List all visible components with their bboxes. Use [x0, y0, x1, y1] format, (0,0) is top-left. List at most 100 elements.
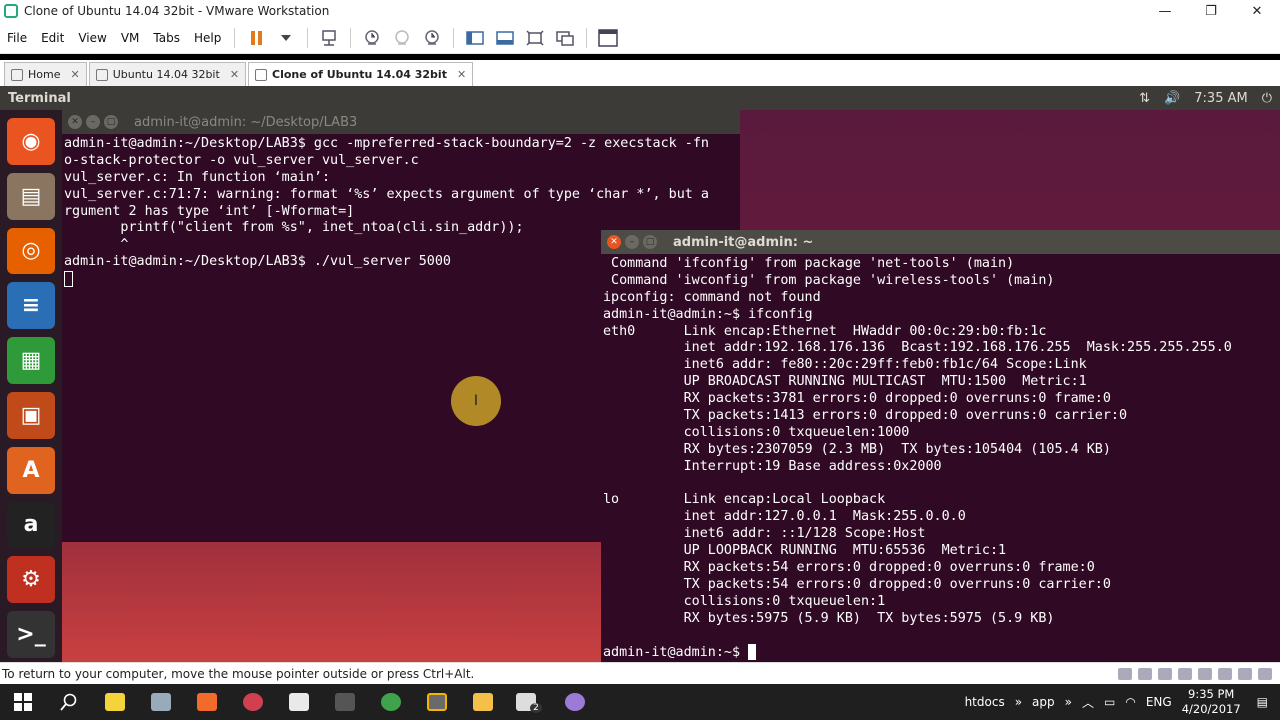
- tab-clone-ubuntu-1404[interactable]: Clone of Ubuntu 14.04 32bit ✕: [248, 62, 474, 86]
- taskbar-mail[interactable]: 2: [506, 684, 552, 720]
- taskbar-sublime-text[interactable]: [322, 684, 368, 720]
- tab-ubuntu-1404[interactable]: Ubuntu 14.04 32bit ✕: [88, 62, 247, 86]
- writer-icon[interactable]: ≡: [7, 282, 55, 330]
- display-icon[interactable]: [1258, 667, 1272, 680]
- revert-snapshot-button[interactable]: [389, 27, 415, 49]
- taskbar-xampp[interactable]: [184, 684, 230, 720]
- printer-icon[interactable]: [1198, 667, 1212, 680]
- menu-file[interactable]: File: [0, 31, 34, 45]
- toolbar-separator: [234, 27, 236, 48]
- full-screen-button[interactable]: [522, 27, 548, 49]
- toolbar-app[interactable]: app: [1032, 695, 1055, 709]
- console-view-button[interactable]: [595, 27, 621, 49]
- terminal-titlebar[interactable]: ✕ – □ admin-it@admin: ~: [601, 230, 1280, 254]
- active-app-title: Terminal: [8, 90, 71, 106]
- amazon-icon[interactable]: a: [7, 501, 55, 549]
- tab-home[interactable]: Home ✕: [4, 62, 87, 86]
- tray-overflow-icon[interactable]: ︿: [1082, 694, 1094, 711]
- calc-icon[interactable]: ▦: [7, 337, 55, 384]
- message-icon[interactable]: [1238, 667, 1252, 680]
- terminal-window-home[interactable]: ✕ – □ admin-it@admin: ~ Command 'ifconfi…: [601, 230, 1280, 662]
- toolbar-expand-icon[interactable]: »: [1065, 695, 1072, 709]
- network-adapter-icon[interactable]: [1158, 667, 1172, 680]
- ubuntu-dash-icon[interactable]: ◉: [7, 118, 55, 165]
- taskbar-snipping-tool[interactable]: [276, 684, 322, 720]
- tab-close-icon[interactable]: ✕: [230, 68, 239, 81]
- sound-card-icon[interactable]: [1218, 667, 1232, 680]
- terminal-title: admin-it@admin: ~: [673, 234, 814, 250]
- taskbar-file-explorer[interactable]: [460, 684, 506, 720]
- language-indicator[interactable]: ENG: [1146, 695, 1172, 709]
- pause-dropdown-button[interactable]: [273, 27, 299, 49]
- impress-icon[interactable]: ▣: [7, 391, 55, 439]
- pause-icon: [250, 30, 262, 45]
- panel-clock[interactable]: 7:35 AM: [1194, 91, 1247, 106]
- tab-close-icon[interactable]: ✕: [457, 68, 466, 81]
- toolbar-htdocs[interactable]: htdocs: [965, 695, 1005, 709]
- show-thumbnail-button[interactable]: [492, 27, 518, 49]
- system-settings-icon[interactable]: ⚙: [7, 556, 55, 604]
- maximize-icon[interactable]: □: [104, 115, 118, 129]
- firefox-icon[interactable]: ◎: [7, 227, 55, 275]
- menu-vm[interactable]: VM: [114, 31, 147, 45]
- show-library-button[interactable]: [462, 27, 488, 49]
- keyboard-network-icon: [322, 29, 337, 46]
- send-ctrl-alt-del-button[interactable]: [316, 27, 342, 49]
- terminal-line: admin-it@admin:~$ ifconfig: [603, 306, 813, 322]
- pause-button[interactable]: [243, 27, 269, 49]
- taskbar-vmware[interactable]: [414, 684, 460, 720]
- taskbar-paint[interactable]: [230, 684, 276, 720]
- terminal-line: TX packets:54 errors:0 dropped:0 overrun…: [603, 576, 1111, 592]
- power-icon[interactable]: ⏻: [1262, 91, 1272, 106]
- minimize-button[interactable]: —: [1142, 0, 1188, 22]
- files-icon[interactable]: ▤: [7, 172, 55, 220]
- terminal-output[interactable]: Command 'ifconfig' from package 'net-too…: [601, 254, 1280, 661]
- menu-edit[interactable]: Edit: [34, 31, 71, 45]
- unity-icon: [556, 30, 575, 46]
- close-icon[interactable]: ✕: [607, 235, 621, 249]
- minimize-icon[interactable]: –: [86, 115, 100, 129]
- toolbar-separator: [586, 27, 588, 48]
- menu-help[interactable]: Help: [187, 31, 228, 45]
- ubuntu-top-panel: Terminal ⇅ 🔊 7:35 AM ⏻: [0, 86, 1280, 110]
- start-button[interactable]: [0, 684, 46, 720]
- taskbar-sticky-notes[interactable]: [92, 684, 138, 720]
- terminal-title: admin-it@admin: ~/Desktop/LAB3: [134, 114, 358, 130]
- terminal-line: RX packets:3781 errors:0 dropped:0 overr…: [603, 391, 1111, 407]
- snapshot-icon: [365, 29, 380, 45]
- clock-date: 4/20/2017: [1181, 702, 1241, 716]
- restore-button[interactable]: ❐: [1188, 0, 1234, 22]
- software-center-icon[interactable]: A: [7, 446, 55, 494]
- clock-time: 9:35 PM: [1188, 687, 1235, 701]
- cd-drive-icon[interactable]: [1138, 667, 1152, 680]
- snapshot-manager-button[interactable]: [419, 27, 445, 49]
- battery-icon[interactable]: ▭: [1104, 695, 1115, 709]
- close-button[interactable]: ✕: [1234, 0, 1280, 22]
- menu-tabs[interactable]: Tabs: [146, 31, 187, 45]
- tab-close-icon[interactable]: ✕: [70, 68, 79, 81]
- taskbar-clock[interactable]: 9:35 PM 4/20/2017: [1182, 687, 1241, 717]
- action-center-icon[interactable]: ▤: [1257, 695, 1268, 709]
- taskbar-camtasia[interactable]: [368, 684, 414, 720]
- maximize-icon[interactable]: □: [643, 235, 657, 249]
- snapshot-button[interactable]: [359, 27, 385, 49]
- hard-disk-icon[interactable]: [1118, 667, 1132, 680]
- taskbar-file-explorer-2[interactable]: [138, 684, 184, 720]
- terminal-titlebar[interactable]: ✕ – □ admin-it@admin: ~/Desktop/LAB3: [62, 110, 740, 134]
- sound-icon[interactable]: 🔊: [1164, 91, 1180, 106]
- vmware-status-bar: To return to your computer, move the mou…: [0, 662, 1280, 684]
- close-icon[interactable]: ✕: [68, 115, 82, 129]
- terminal-line: RX bytes:5975 (5.9 KB) TX bytes:5975 (5.…: [603, 610, 1055, 626]
- unity-mode-button[interactable]: [552, 27, 578, 49]
- network-icon[interactable]: ⇅: [1139, 91, 1150, 106]
- wifi-icon[interactable]: ◠: [1125, 695, 1135, 709]
- usb-icon[interactable]: [1178, 667, 1192, 680]
- terminal-line: Interrupt:19 Base address:0x2000: [603, 458, 942, 474]
- menu-view[interactable]: View: [71, 31, 113, 45]
- toolbar-expand-icon[interactable]: »: [1015, 695, 1022, 709]
- terminal-icon[interactable]: >_: [7, 611, 55, 658]
- minimize-icon[interactable]: –: [625, 235, 639, 249]
- search-button[interactable]: [46, 684, 92, 720]
- taskbar-chrome-app[interactable]: [552, 684, 598, 720]
